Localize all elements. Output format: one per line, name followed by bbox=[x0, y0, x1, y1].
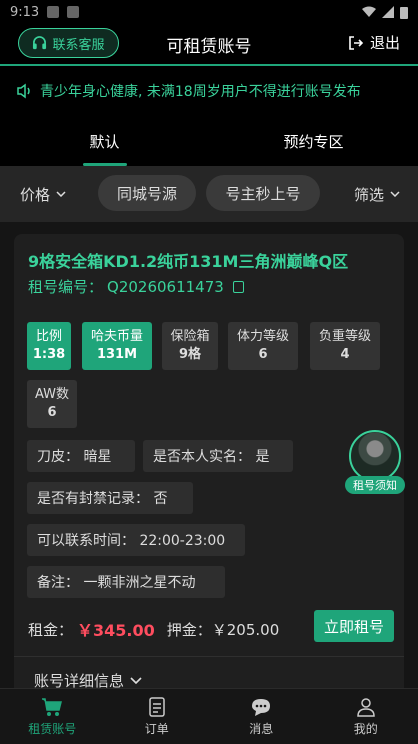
nav-label: 消息 bbox=[249, 721, 274, 736]
app-header: 联系客服 可租赁账号 退出 bbox=[0, 24, 418, 64]
tag-value: 1:38 bbox=[32, 347, 66, 362]
filter-bar: 价格 同城号源 号主秒上号 筛选 bbox=[0, 166, 418, 222]
deposit-amount: 押金：￥205.00 bbox=[166, 620, 280, 639]
tag-stamina-level: 体力等级 6 bbox=[228, 322, 298, 370]
chevron-down-icon bbox=[56, 191, 66, 197]
rent-number-label: 租号编号： bbox=[28, 278, 104, 296]
tag-label: 比例 bbox=[35, 329, 62, 344]
nav-label: 租赁账号 bbox=[28, 721, 77, 736]
copy-icon[interactable] bbox=[232, 280, 244, 293]
tab-default[interactable]: 默认 bbox=[0, 116, 209, 166]
nav-label: 订单 bbox=[144, 721, 169, 736]
info-skin: 刀皮： 暗星 bbox=[27, 440, 135, 472]
rent-now-button[interactable]: 立即租号 bbox=[314, 610, 394, 642]
nav-profile[interactable]: 我的 bbox=[314, 689, 418, 744]
tab-reservation-label: 预约专区 bbox=[283, 132, 344, 151]
info-real-name: 是否本人实名： 是 bbox=[143, 440, 293, 472]
status-bar: 9:13 bbox=[0, 0, 418, 24]
account-details-toggle[interactable]: 账号详细信息 bbox=[34, 670, 142, 688]
rent-number: 租号编号： Q20260611473 bbox=[28, 276, 244, 297]
divider bbox=[14, 656, 404, 657]
tag-value: 131M bbox=[96, 347, 138, 362]
tag-label: AW数 bbox=[34, 387, 70, 402]
tab-default-label: 默认 bbox=[89, 132, 120, 151]
price-sort-dropdown[interactable]: 价格 bbox=[20, 184, 66, 205]
cart-icon bbox=[42, 697, 63, 716]
battery-icon bbox=[400, 6, 408, 19]
tag-value: 6 bbox=[47, 405, 57, 420]
notice-bar: 青少年身心健康, 未满18周岁用户不得进行账号发布 bbox=[0, 64, 418, 116]
logout-icon bbox=[349, 35, 364, 50]
info-remark: 备注： 一颗非洲之星不动 bbox=[27, 566, 225, 598]
nav-label: 我的 bbox=[353, 721, 378, 736]
tag-value: 6 bbox=[258, 347, 268, 362]
tag-load-level: 负重等级 4 bbox=[310, 322, 380, 370]
tab-bar: 默认 预约专区 bbox=[0, 116, 418, 166]
app-notification-icon bbox=[67, 6, 80, 18]
rental-notice-label: 租号须知 bbox=[345, 476, 405, 494]
tag-value: 9格 bbox=[178, 347, 202, 362]
tag-label: 负重等级 bbox=[318, 329, 371, 344]
logout-button[interactable]: 退出 bbox=[348, 32, 400, 53]
nav-rental-accounts[interactable]: 租赁账号 bbox=[0, 689, 105, 744]
tag-label: 保险箱 bbox=[170, 329, 210, 344]
tag-ratio: 比例 1:38 bbox=[27, 322, 71, 370]
tag-label: 体力等级 bbox=[236, 329, 289, 344]
tab-reservation[interactable]: 预约专区 bbox=[209, 116, 418, 166]
account-details-label: 账号详细信息 bbox=[34, 672, 125, 688]
tag-aw-count: AW数 6 bbox=[27, 380, 77, 428]
listing-title: 9格安全箱KD1.2纯币131M三角洲巅峰Q区 bbox=[28, 252, 349, 271]
document-icon bbox=[149, 696, 165, 717]
info-ban-record: 是否有封禁记录： 否 bbox=[27, 482, 193, 514]
user-icon bbox=[356, 697, 375, 717]
listing-card[interactable]: 9格安全箱KD1.2纯币131M三角洲巅峰Q区 租号编号： Q202606114… bbox=[14, 234, 405, 688]
owner-instant-login-label: 号主秒上号 bbox=[225, 184, 301, 203]
chat-bubble-icon bbox=[252, 698, 271, 716]
price-sort-label: 价格 bbox=[20, 185, 51, 204]
rent-number-value: Q20260611473 bbox=[107, 277, 224, 296]
status-time: 9:13 bbox=[10, 4, 40, 20]
nav-orders[interactable]: 订单 bbox=[105, 689, 210, 744]
tag-coin-amount: 哈夫币量 131M bbox=[82, 322, 152, 370]
tag-value: 4 bbox=[340, 347, 350, 362]
tag-label: 哈夫币量 bbox=[90, 329, 143, 344]
rent-price: ￥345.00 bbox=[77, 621, 155, 640]
chevron-down-icon bbox=[130, 677, 142, 684]
info-contact-time: 可以联系时间： 22:00-23:00 bbox=[27, 524, 245, 556]
wifi-icon bbox=[362, 6, 376, 17]
chevron-down-icon bbox=[390, 191, 400, 197]
owner-instant-login-filter-button[interactable]: 号主秒上号 bbox=[206, 175, 320, 211]
listing-list: 9格安全箱KD1.2纯币131M三角洲巅峰Q区 租号编号： Q202606114… bbox=[0, 222, 418, 688]
signal-icon bbox=[382, 6, 394, 18]
screen-filter-dropdown[interactable]: 筛选 bbox=[354, 184, 400, 205]
tag-safe-box: 保险箱 9格 bbox=[162, 322, 218, 370]
avatar bbox=[349, 430, 401, 482]
same-city-filter-label: 同城号源 bbox=[116, 184, 177, 203]
speaker-icon bbox=[17, 83, 30, 99]
bottom-nav: 租赁账号 订单 消息 我的 bbox=[0, 688, 418, 744]
rental-notice-button[interactable]: 租号须知 bbox=[345, 430, 405, 500]
price-row: 租金： ￥345.00 押金：￥205.00 立即租号 bbox=[28, 610, 394, 644]
nav-messages[interactable]: 消息 bbox=[209, 689, 314, 744]
notification-icon bbox=[47, 6, 60, 18]
notice-text: 青少年身心健康, 未满18周岁用户不得进行账号发布 bbox=[40, 84, 361, 100]
screen-filter-label: 筛选 bbox=[353, 185, 384, 204]
same-city-filter-button[interactable]: 同城号源 bbox=[98, 175, 196, 211]
logout-label: 退出 bbox=[369, 34, 400, 52]
rent-label: 租金： bbox=[28, 620, 74, 639]
